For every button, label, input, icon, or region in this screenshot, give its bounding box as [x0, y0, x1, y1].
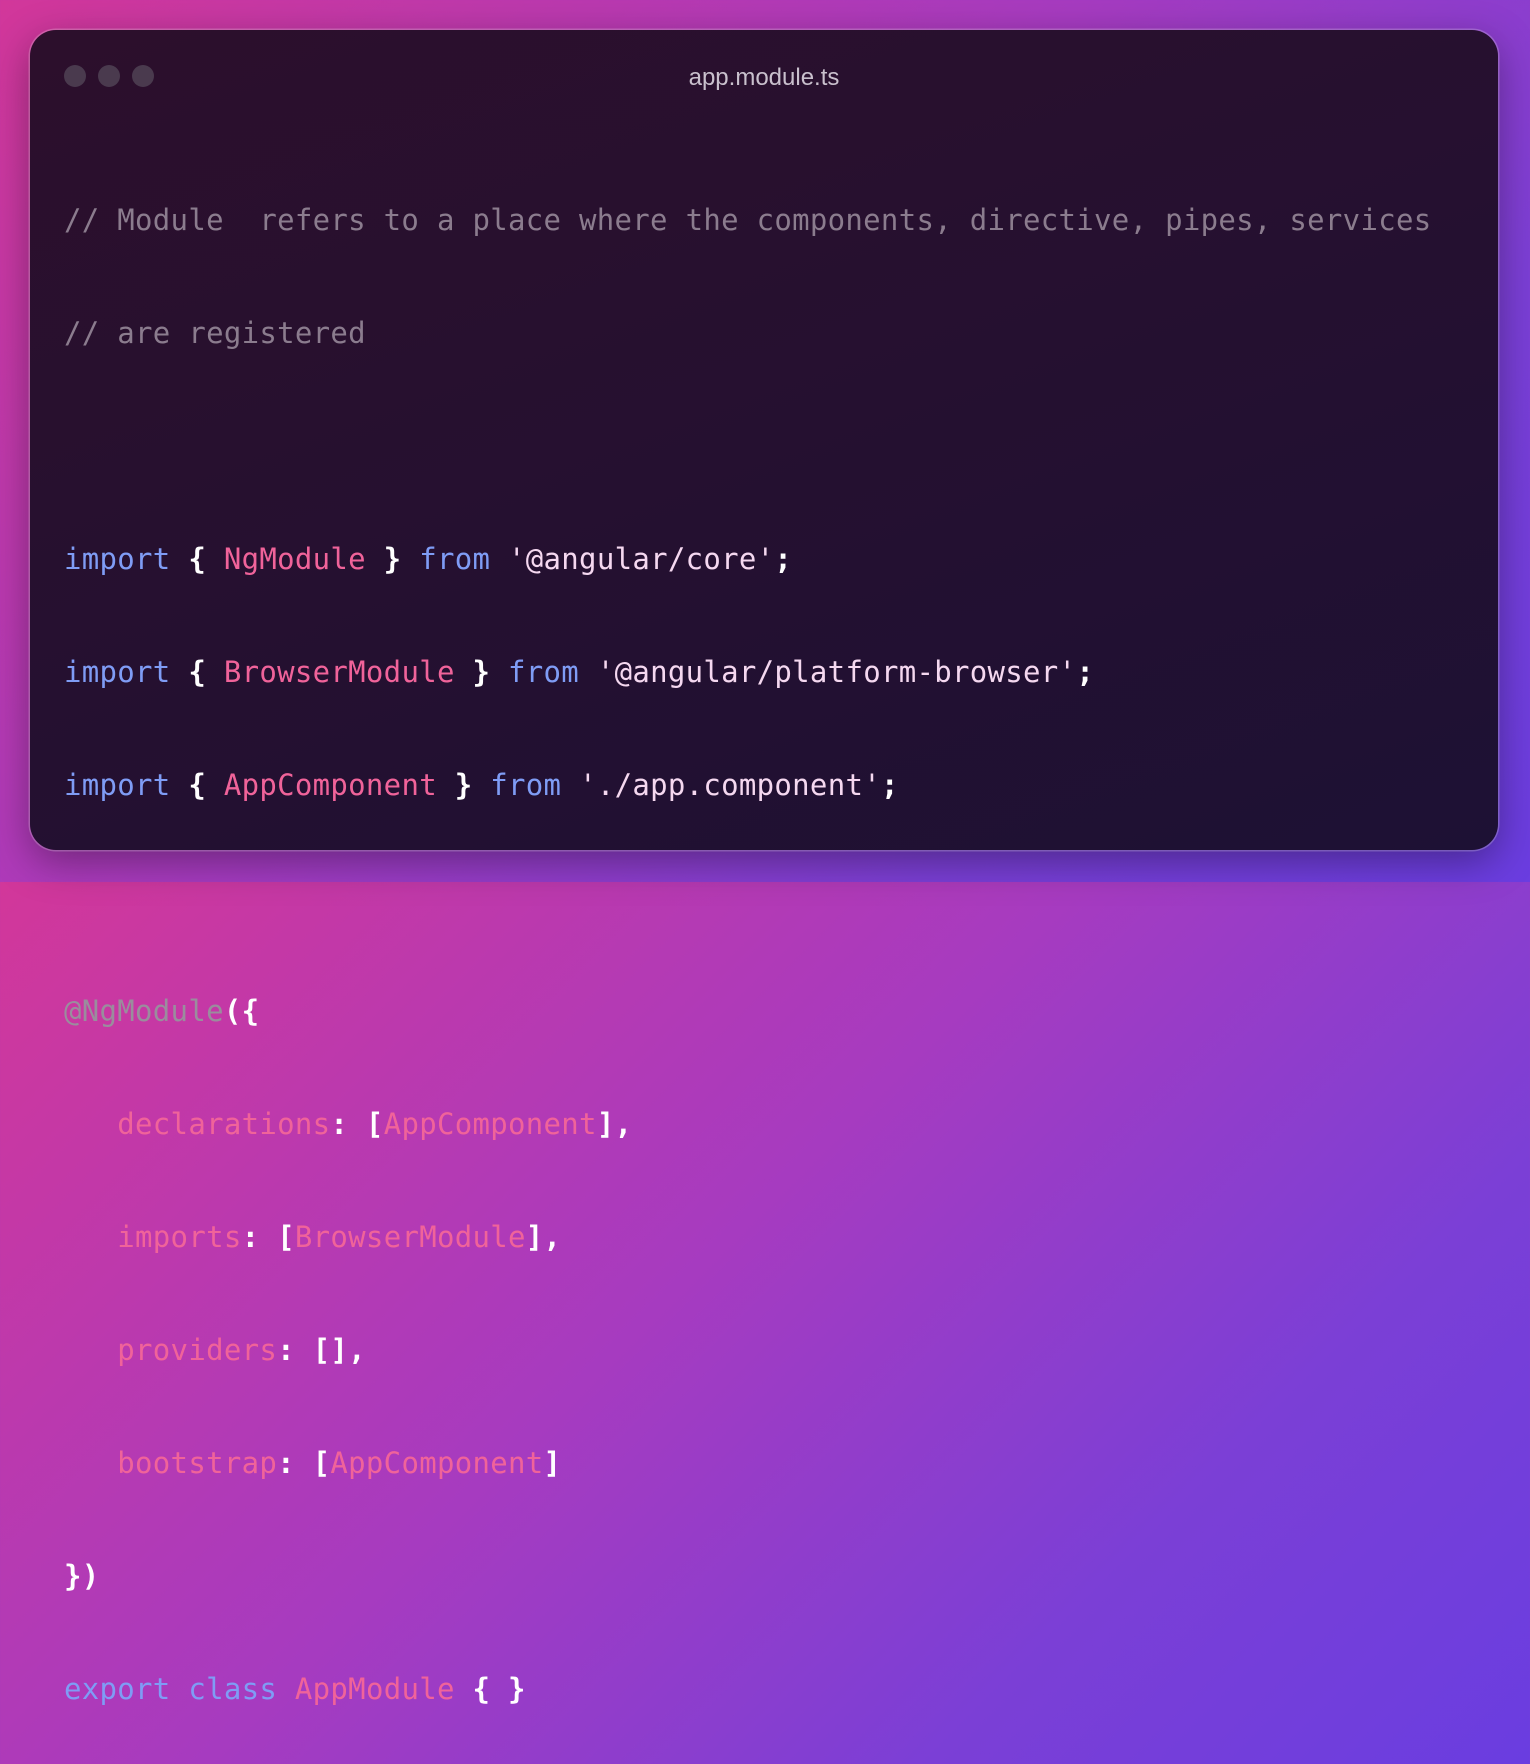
window-titlebar: app.module.ts — [30, 30, 1498, 120]
code-line-declarations: declarations: [AppComponent], — [64, 1102, 1431, 1147]
class-name: AppModule — [294, 1672, 455, 1706]
code-line-comment-2: // are registered — [64, 311, 1431, 356]
terminator: ], — [525, 1220, 562, 1254]
code-line-closing: }) — [64, 1554, 1431, 1599]
code-line-import-appcomponent: import { AppComponent } from './app.comp… — [64, 763, 1431, 808]
comment: // are registered — [64, 316, 366, 350]
brace-close: } — [436, 768, 491, 802]
comment: // Module refers to a place where the co… — [64, 203, 1432, 237]
code-line-providers: providers: [], — [64, 1328, 1431, 1373]
semicolon: ; — [1076, 655, 1095, 689]
keyword-export: export — [64, 1672, 171, 1706]
import-name: AppComponent — [223, 768, 437, 802]
keyword-class: class — [188, 1672, 278, 1706]
decorator-name: @NgModule — [64, 994, 224, 1028]
separator: : [], — [277, 1333, 366, 1367]
code-line-imports: imports: [BrowserModule], — [64, 1215, 1431, 1260]
module-path: './app.component' — [579, 768, 881, 802]
brace-close: } — [454, 655, 508, 689]
closing-brace-paren: }) — [64, 1559, 100, 1593]
code-line-export: export class AppModule { } — [64, 1667, 1431, 1712]
semicolon: ; — [774, 542, 793, 576]
property-value: AppComponent — [383, 1107, 597, 1141]
terminator: ], — [596, 1107, 633, 1141]
brace-open: { — [170, 768, 224, 802]
property-value: AppComponent — [330, 1446, 544, 1480]
property-key: providers — [117, 1333, 278, 1367]
code-line-comment-1: // Module refers to a place where the co… — [64, 198, 1431, 243]
import-name: BrowserModule — [223, 655, 455, 689]
brace-open: { — [170, 655, 224, 689]
property-key: imports — [117, 1220, 242, 1254]
property-value: BrowserModule — [294, 1220, 526, 1254]
module-path: '@angular/platform-browser' — [596, 655, 1077, 689]
separator: : [ — [277, 1446, 331, 1480]
separator: : [ — [330, 1107, 384, 1141]
code-line-import-ngmodule: import { NgModule } from '@angular/core'… — [64, 537, 1431, 582]
keyword-import: import — [64, 655, 171, 689]
code-window: app.module.ts // Module refers to a plac… — [30, 30, 1498, 1706]
separator: : [ — [241, 1220, 295, 1254]
property-key: bootstrap — [117, 1446, 278, 1480]
code-line-bootstrap: bootstrap: [AppComponent] — [64, 1441, 1431, 1486]
code-line-import-browsermodule: import { BrowserModule } from '@angular/… — [64, 650, 1431, 695]
code-line-decorator: @NgModule({ — [64, 989, 1431, 1034]
brace-open: { — [170, 542, 224, 576]
brace-close: } — [365, 542, 420, 576]
keyword-import: import — [64, 542, 171, 576]
property-key: declarations — [117, 1107, 331, 1141]
class-body: { } — [472, 1672, 526, 1706]
paren-brace-open: ({ — [223, 994, 260, 1028]
terminator: ] — [543, 1446, 562, 1480]
module-path: '@angular/core' — [508, 542, 775, 576]
keyword-import: import — [64, 768, 171, 802]
import-name: NgModule — [223, 542, 366, 576]
keyword-from: from — [490, 768, 562, 802]
window-title: app.module.ts — [688, 64, 840, 91]
code-block: // Module refers to a place where the co… — [64, 130, 1431, 1764]
keyword-from: from — [419, 542, 491, 576]
keyword-from: from — [508, 655, 580, 689]
semicolon: ; — [880, 768, 899, 802]
